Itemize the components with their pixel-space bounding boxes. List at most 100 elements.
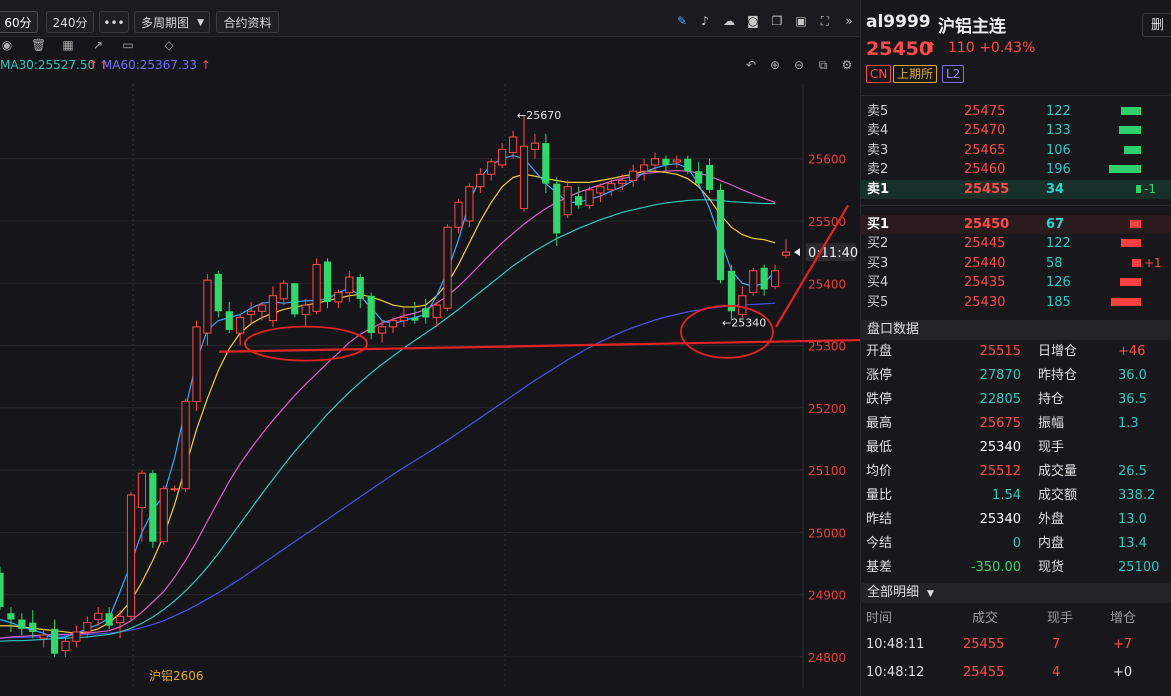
multi-period-label: 多周期图 bbox=[141, 16, 190, 30]
detail-cell: +7 bbox=[1113, 637, 1133, 652]
camera-icon[interactable]: ◙ bbox=[746, 14, 760, 28]
level-price: 25435 bbox=[964, 275, 1006, 291]
last-price: 25450 bbox=[866, 38, 933, 60]
pankou-value: 25340 bbox=[979, 512, 1021, 527]
screen-icon[interactable]: ▣ bbox=[794, 14, 808, 28]
bid-row[interactable]: 买2 25445 122 bbox=[860, 234, 1171, 253]
ma60-up-icon: ↑ bbox=[88, 58, 99, 72]
candle-body bbox=[377, 326, 387, 334]
level-price: 25445 bbox=[964, 236, 1006, 252]
eraser-icon[interactable]: ◇ bbox=[162, 38, 176, 52]
fullscreen-icon[interactable]: ⛶ bbox=[818, 14, 832, 28]
undo-icon[interactable]: ↶ bbox=[744, 58, 758, 72]
candle-body bbox=[530, 142, 540, 150]
eye-icon[interactable]: ◉ bbox=[0, 38, 14, 52]
detail-header[interactable]: 全部明细 ▼ bbox=[860, 583, 1171, 603]
candle-body bbox=[126, 494, 136, 617]
pankou-label: 开盘 bbox=[866, 344, 893, 359]
external-link-icon[interactable]: ↗ bbox=[91, 38, 105, 52]
candle-body bbox=[684, 158, 692, 172]
chevron-down-icon: ▼ bbox=[927, 589, 934, 599]
ask-row[interactable]: 卖1 25455 34 -1 bbox=[860, 179, 1171, 199]
candle-body bbox=[367, 295, 375, 334]
bid-row[interactable]: 买5 25430 185 bbox=[860, 293, 1171, 312]
copy-icon[interactable]: ❐ bbox=[770, 14, 784, 28]
level-delta: -1 bbox=[1144, 181, 1156, 196]
candle-body bbox=[301, 304, 310, 315]
candle-body bbox=[596, 186, 605, 194]
comment-icon[interactable]: ▭ bbox=[121, 38, 135, 52]
candle-body bbox=[268, 295, 278, 322]
candle-body bbox=[356, 277, 364, 299]
bid-row[interactable]: 买1 25450 67 bbox=[860, 215, 1171, 234]
fit-icon[interactable]: ⧉ bbox=[816, 58, 830, 72]
candle-body bbox=[83, 622, 92, 633]
trash-icon[interactable]: 🗑 bbox=[31, 38, 46, 52]
candle-body bbox=[738, 295, 747, 315]
volume-bar bbox=[1119, 126, 1141, 135]
ma60-arrow-icon: ↑ bbox=[200, 58, 211, 72]
candle-body bbox=[203, 279, 212, 334]
detail-cell: 4 bbox=[1052, 665, 1061, 680]
symbol-code: al9999 bbox=[866, 12, 931, 32]
ask-row[interactable]: 卖2 25460 196 bbox=[860, 160, 1171, 179]
contract-info-button[interactable]: 合约资料 bbox=[216, 11, 279, 33]
level-label: 买3 bbox=[867, 255, 889, 271]
level-volume: 67 bbox=[1046, 217, 1065, 232]
chevron-down-icon: ▼ bbox=[197, 18, 204, 28]
candle-body bbox=[323, 261, 332, 302]
candle-body bbox=[411, 317, 419, 321]
collapse-icon[interactable]: » bbox=[842, 14, 856, 28]
period-60-button[interactable]: 60分 bbox=[0, 11, 38, 33]
level-price: 25440 bbox=[964, 255, 1006, 271]
ask-row[interactable]: 卖4 25470 133 bbox=[860, 121, 1171, 140]
delete-button[interactable]: 删 bbox=[1142, 13, 1171, 37]
up-arrow-icon: ⬆ bbox=[925, 40, 937, 56]
candle-body bbox=[236, 317, 245, 334]
candle-body bbox=[0, 572, 4, 608]
ask-row[interactable]: 卖3 25465 106 bbox=[860, 141, 1171, 160]
level-delta: +1 bbox=[1144, 255, 1162, 270]
multi-period-button[interactable]: 多周期图 ▼ bbox=[134, 11, 210, 33]
candlestick-chart[interactable]: 2560025500254002530025200251002500024900… bbox=[0, 84, 860, 688]
candle-body bbox=[422, 308, 430, 318]
bell-icon[interactable]: ♪ bbox=[698, 14, 712, 28]
volume-bar bbox=[1121, 107, 1141, 115]
detail-cell: 25455 bbox=[963, 637, 1005, 652]
pankou-value: 1.54 bbox=[992, 488, 1021, 503]
pankou-label: 涨停 bbox=[866, 368, 893, 383]
change-pct: +0.43% bbox=[979, 40, 1036, 56]
settings-icon[interactable]: ⚙ bbox=[840, 58, 854, 72]
grid-icon[interactable]: ▦ bbox=[61, 38, 75, 52]
cloud-icon[interactable]: ☁ bbox=[722, 14, 736, 28]
volume-bar bbox=[1132, 258, 1141, 267]
candle-body bbox=[760, 267, 768, 290]
candle-body bbox=[50, 628, 59, 654]
candle-body bbox=[291, 283, 299, 315]
pankou-value: 36.5 bbox=[1118, 392, 1147, 407]
candle-body bbox=[225, 311, 233, 330]
plot-bg bbox=[0, 84, 803, 688]
candle-body bbox=[72, 631, 81, 642]
pankou-value: 13.0 bbox=[1118, 512, 1147, 527]
candle-body bbox=[39, 634, 48, 639]
bid-row[interactable]: 买3 25440 58 +1 bbox=[860, 254, 1171, 273]
detail-cell: 10:48:11 bbox=[866, 637, 925, 652]
period-240-button[interactable]: 240分 bbox=[46, 11, 94, 33]
pen-icon[interactable]: ✎ bbox=[675, 14, 689, 28]
bid-row[interactable]: 买4 25435 126 bbox=[860, 273, 1171, 292]
detail-column-header: 增仓 bbox=[1110, 611, 1137, 626]
zoom-out-icon[interactable]: ⊖ bbox=[792, 58, 806, 72]
detail-cell: 25455 bbox=[963, 665, 1005, 680]
pankou-value: 25675 bbox=[979, 416, 1021, 431]
ask-row[interactable]: 卖5 25475 122 bbox=[860, 102, 1171, 121]
candle-body bbox=[618, 180, 627, 185]
more-button[interactable]: ••• bbox=[99, 11, 129, 33]
pankou-label: 量比 bbox=[866, 488, 893, 503]
candle-body bbox=[553, 183, 561, 234]
candle-body bbox=[334, 292, 343, 303]
level-price: 25475 bbox=[964, 104, 1006, 119]
candle-body bbox=[770, 270, 780, 287]
pankou-label: 持仓 bbox=[1038, 392, 1065, 407]
zoom-in-icon[interactable]: ⊕ bbox=[768, 58, 782, 72]
